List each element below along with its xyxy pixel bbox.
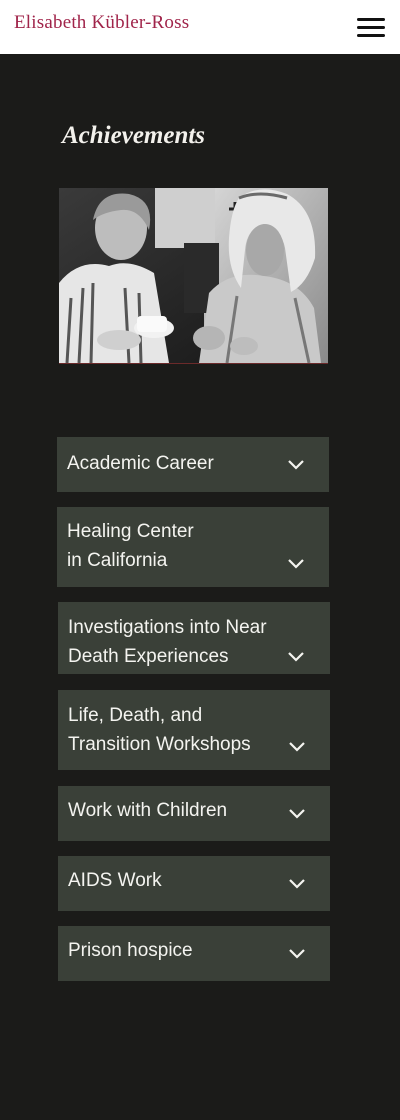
accordion-near-death[interactable]: Investigations into Near Death Experienc… — [58, 602, 330, 674]
chevron-down-icon — [288, 460, 304, 470]
chevron-down-icon — [289, 742, 305, 752]
accordion-label-line2: Transition Workshops — [68, 734, 251, 755]
chevron-down-icon — [289, 879, 305, 889]
accordion-label-line1: Life, Death, and — [68, 705, 203, 726]
chevron-down-icon — [289, 809, 305, 819]
chevron-down-icon — [289, 949, 305, 959]
hamburger-menu-icon[interactable] — [356, 16, 386, 40]
main-content: Achievements Academic Career Healing Cen… — [0, 54, 400, 1120]
accordion-healing-center[interactable]: Healing Center in California — [57, 507, 329, 587]
menu-bar-bottom — [357, 34, 385, 37]
chevron-down-icon — [288, 559, 304, 569]
menu-bar-top — [357, 18, 385, 21]
accordion-label-line1: Investigations into Near — [68, 617, 267, 638]
accordion-label: Academic Career — [67, 453, 214, 474]
chevron-down-icon — [288, 652, 304, 662]
accordion-work-with-children[interactable]: Work with Children — [58, 786, 330, 841]
accordion-label: Work with Children — [68, 800, 228, 821]
accordion-label: Prison hospice — [68, 940, 193, 961]
photo-image — [59, 188, 328, 363]
accordion-label: AIDS Work — [68, 870, 162, 891]
accordion-label-line2: in California — [67, 550, 168, 571]
section-title: Achievements — [62, 122, 206, 149]
menu-bar-middle — [357, 26, 385, 29]
accordion-label-line2: Death Experiences — [68, 646, 229, 667]
site-header: Elisabeth Kübler-Ross — [0, 0, 400, 54]
accordion-prison-hospice[interactable]: Prison hospice — [58, 926, 330, 981]
accordion-label-line1: Healing Center — [67, 521, 194, 542]
accordion-aids-work[interactable]: AIDS Work — [58, 856, 330, 911]
accordion-academic-career[interactable]: Academic Career — [57, 437, 329, 492]
site-title[interactable]: Elisabeth Kübler-Ross — [14, 12, 189, 34]
accordion-workshops[interactable]: Life, Death, and Transition Workshops — [58, 690, 330, 770]
achievements-photo — [59, 188, 328, 364]
